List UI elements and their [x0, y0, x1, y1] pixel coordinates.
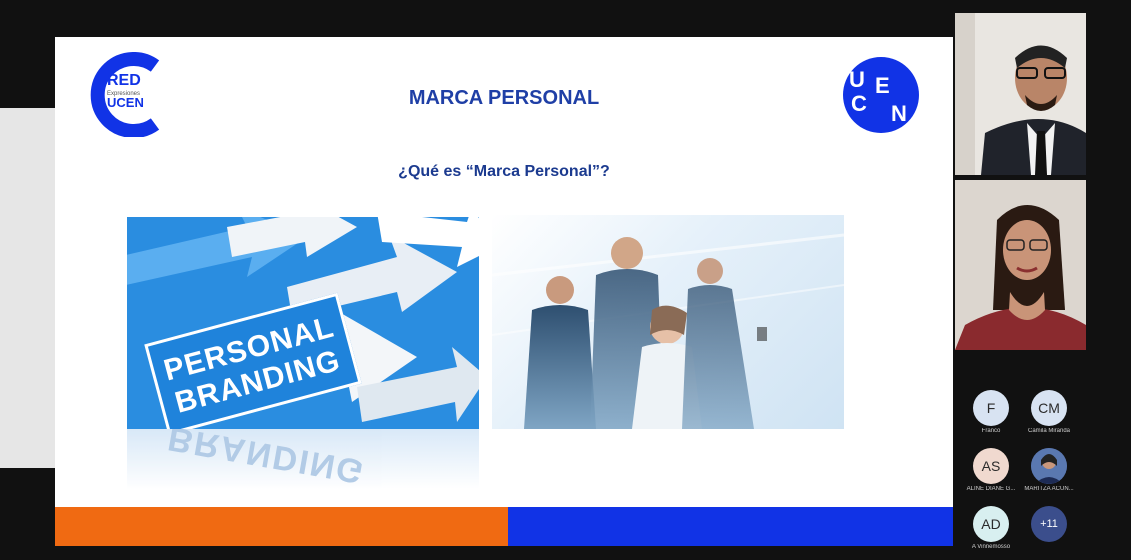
participant-camila-miranda[interactable]: CM Camila Miranda — [1019, 390, 1079, 434]
participant-name: A Vinnemosso — [971, 544, 1011, 550]
side-panel — [0, 108, 55, 468]
avatar-initials: AD — [981, 516, 1001, 532]
video-man — [955, 13, 1086, 175]
more-participants-count: +11 — [1040, 518, 1058, 530]
slide-title: MARCA PERSONAL — [408, 87, 600, 109]
avatar-initials: F — [986, 400, 996, 416]
ucen-letter-u: U — [849, 67, 865, 92]
video-tile-presenter[interactable] — [955, 13, 1086, 175]
more-participants-button[interactable]: +11 — [1019, 506, 1079, 542]
avatar-photo-image — [1031, 448, 1067, 484]
participant-name: MARITZA ACUÑ... — [1024, 486, 1074, 492]
branding-reflection-text: BRANDING — [165, 429, 368, 489]
avatar-initials: AS — [981, 458, 1001, 474]
participant-name: Franco — [981, 428, 1001, 434]
footer-bar-blue — [508, 507, 953, 546]
avatar-photo — [1031, 448, 1067, 484]
video-tile-speaker[interactable] — [955, 180, 1086, 350]
avatar: AS — [973, 448, 1009, 484]
participant-name: Camila Miranda — [1027, 428, 1070, 434]
ucen-logo: U C E N — [843, 57, 919, 133]
participant-name: ALINE DIANE G... — [966, 486, 1016, 492]
business-people-image — [492, 215, 844, 429]
ucen-letter-n: N — [891, 101, 907, 126]
branding-reflection: BRANDING — [127, 429, 479, 489]
video-woman — [955, 180, 1086, 350]
ucen-letter-c: C — [851, 91, 867, 116]
people-illustration — [492, 233, 844, 429]
participant-maritza[interactable]: MARITZA ACUÑ... — [1019, 448, 1079, 492]
participant-aline[interactable]: AS ALINE DIANE G... — [961, 448, 1021, 492]
avatar: CM — [1031, 390, 1067, 426]
participant-franco[interactable]: F Franco — [961, 390, 1021, 434]
presentation-slide: RED Expresiones UCEN MARCA PERSONAL U C … — [55, 37, 953, 546]
avatar-initials: CM — [1038, 400, 1060, 416]
slide-question: ¿Qué es “Marca Personal”? — [398, 163, 610, 180]
participant-a-vinnemosso[interactable]: AD A Vinnemosso — [961, 506, 1021, 550]
avatar: F — [973, 390, 1009, 426]
avatar: AD — [973, 506, 1009, 542]
more-participants-badge: +11 — [1031, 506, 1067, 542]
ucen-letter-e: E — [875, 73, 890, 98]
personal-branding-image: PERSONAL BRANDING — [127, 217, 479, 429]
footer-bar-orange — [55, 507, 508, 546]
meeting-stage: RED Expresiones UCEN MARCA PERSONAL U C … — [0, 0, 1131, 560]
